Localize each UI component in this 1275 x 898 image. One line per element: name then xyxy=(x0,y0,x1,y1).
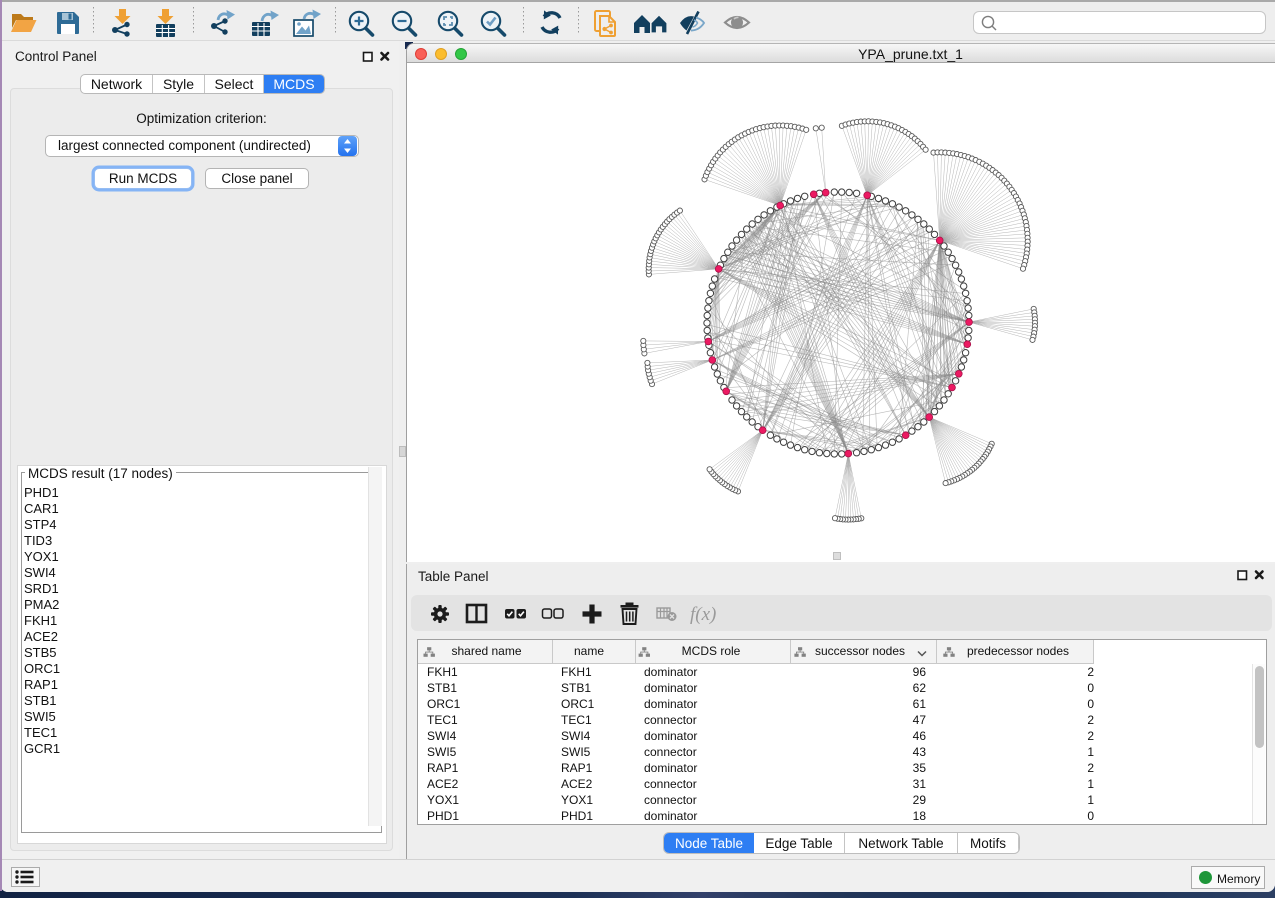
svg-text:f(x): f(x) xyxy=(690,604,716,625)
